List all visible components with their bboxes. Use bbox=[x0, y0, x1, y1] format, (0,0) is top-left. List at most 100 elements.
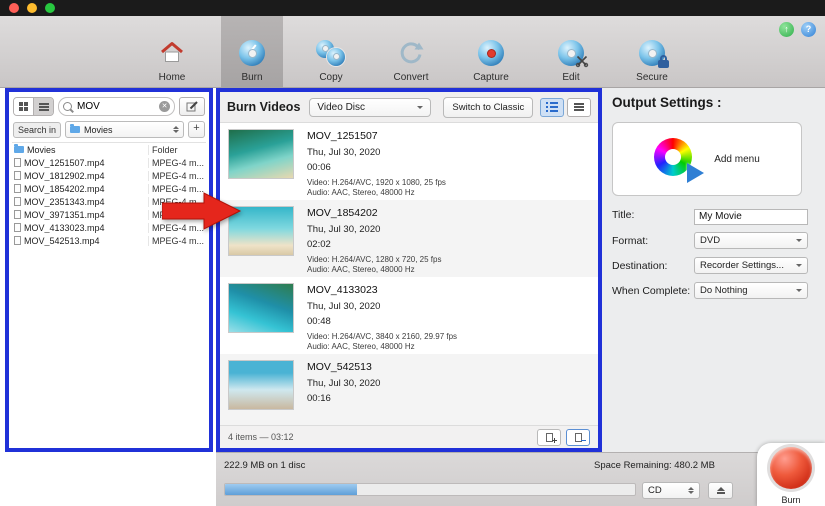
file-name: MOV_1812902.mp4 bbox=[24, 170, 105, 181]
search-location-select[interactable]: Movies bbox=[65, 121, 184, 138]
title-label: Title: bbox=[612, 209, 635, 222]
chevron-down-icon bbox=[796, 264, 802, 267]
drag-direction-arrow bbox=[161, 191, 242, 236]
clear-search-icon[interactable]: ✕ bbox=[159, 101, 170, 112]
video-title: MOV_542513 bbox=[307, 361, 372, 373]
file-icon bbox=[14, 184, 21, 193]
toolbar-item-burn[interactable]: Burn bbox=[221, 16, 283, 88]
format-label: Format: bbox=[612, 234, 649, 247]
video-date: Thu, Jul 30, 2020 bbox=[307, 224, 381, 235]
eject-button[interactable] bbox=[708, 482, 733, 499]
remove-title-button[interactable] bbox=[566, 428, 590, 446]
video-metadata: MOV_1251507 Thu, Jul 30, 2020 00:06 Vide… bbox=[307, 129, 446, 197]
app-window: Home Burn Copy Convert Capture Edit Secu… bbox=[0, 0, 825, 506]
add-title-button[interactable] bbox=[537, 428, 561, 446]
file-icon bbox=[14, 236, 21, 245]
toolbar-label: Burn bbox=[241, 72, 263, 83]
file-name: MOV_542513.mp4 bbox=[24, 235, 100, 246]
video-thumbnail bbox=[228, 283, 294, 333]
file-icon bbox=[14, 171, 21, 180]
search-input[interactable] bbox=[75, 100, 156, 113]
list-view-toggles bbox=[540, 97, 591, 117]
burn-button[interactable] bbox=[770, 447, 812, 489]
format-select[interactable]: DVD bbox=[694, 232, 808, 249]
folder-icon bbox=[70, 124, 81, 133]
video-duration: 00:16 bbox=[307, 393, 331, 404]
disc-type-select[interactable]: Video Disc bbox=[309, 97, 432, 117]
play-icon bbox=[687, 163, 705, 183]
zoom-button[interactable] bbox=[45, 3, 55, 13]
file-row[interactable]: MOV_1812902.mp4 MPEG-4 m... bbox=[12, 169, 206, 182]
toolbar-item-capture[interactable]: Capture bbox=[460, 16, 522, 88]
video-stream-info: Video: H.264/AVC, 1280 x 720, 25 fps bbox=[307, 255, 442, 264]
import-media-button[interactable] bbox=[179, 97, 205, 116]
media-browser-panel: ✕ Search in Movies + Movies Folder bbox=[5, 88, 213, 452]
file-icon bbox=[14, 197, 21, 206]
help-button[interactable]: ? bbox=[801, 22, 816, 37]
video-row[interactable]: MOV_1854202 Thu, Jul 30, 2020 02:02 Vide… bbox=[220, 200, 598, 277]
home-icon bbox=[159, 37, 185, 69]
detail-view-button[interactable] bbox=[540, 97, 564, 117]
toolbar-item-home[interactable]: Home bbox=[141, 16, 203, 88]
toolbar-item-edit[interactable]: Edit bbox=[540, 16, 602, 88]
view-mode-segment bbox=[13, 97, 54, 116]
file-icon bbox=[14, 223, 21, 232]
video-title: MOV_4133023 bbox=[307, 284, 378, 296]
file-row[interactable]: MOV_1251507.mp4 MPEG-4 m... bbox=[12, 156, 206, 169]
audio-stream-info: Audio: AAC, Stereo, 48000 Hz bbox=[307, 265, 415, 275]
when-complete-value: Do Nothing bbox=[700, 285, 748, 296]
video-row[interactable]: MOV_1251507 Thu, Jul 30, 2020 00:06 Vide… bbox=[220, 123, 598, 200]
upgrade-button[interactable]: ↑ bbox=[779, 22, 794, 37]
when-complete-select[interactable]: Do Nothing bbox=[694, 282, 808, 299]
video-stream-info: Video: H.264/AVC, 1920 x 1080, 25 fps bbox=[307, 178, 446, 187]
file-name: MOV_1251507.mp4 bbox=[24, 157, 105, 168]
grid-view-button[interactable] bbox=[14, 98, 33, 115]
convert-arrows-icon bbox=[398, 37, 424, 69]
burn-panel-header: Burn Videos Video Disc Switch to Classic bbox=[220, 92, 598, 123]
list-icon bbox=[574, 103, 584, 111]
switch-to-classic-button[interactable]: Switch to Classic bbox=[443, 96, 534, 118]
grid-icon bbox=[19, 102, 28, 111]
add-menu-label: Add menu bbox=[714, 153, 760, 165]
burn-videos-panel: Burn Videos Video Disc Switch to Classic… bbox=[216, 88, 602, 452]
add-location-button[interactable]: + bbox=[188, 121, 205, 138]
compact-view-button[interactable] bbox=[567, 97, 591, 117]
close-button[interactable] bbox=[9, 3, 19, 13]
folder-icon bbox=[14, 144, 24, 153]
disc-format-select[interactable]: CD bbox=[642, 482, 700, 499]
chevron-updown-icon bbox=[687, 487, 694, 494]
file-row[interactable]: Movies Folder bbox=[12, 143, 206, 156]
file-icon bbox=[14, 158, 21, 167]
video-row[interactable]: MOV_542513 Thu, Jul 30, 2020 00:16 bbox=[220, 354, 598, 425]
status-bar: 222.9 MB on 1 disc Space Remaining: 480.… bbox=[216, 452, 825, 506]
minimize-button[interactable] bbox=[27, 3, 37, 13]
burn-button-label: Burn bbox=[781, 495, 801, 505]
video-list: MOV_1251507 Thu, Jul 30, 2020 00:06 Vide… bbox=[220, 123, 598, 425]
search-field[interactable]: ✕ bbox=[58, 97, 175, 116]
add-menu-button[interactable]: Add menu bbox=[612, 122, 802, 196]
chevron-updown-icon bbox=[173, 126, 179, 133]
search-in-label: Search in bbox=[13, 121, 62, 138]
video-row[interactable]: MOV_4133023 Thu, Jul 30, 2020 00:48 Vide… bbox=[220, 277, 598, 354]
file-name: MOV_1854202.mp4 bbox=[24, 183, 105, 194]
file-type: MPEG-4 m... bbox=[148, 157, 204, 168]
movie-title-input[interactable] bbox=[694, 208, 808, 225]
video-stream-info: Video: H.264/AVC, 3840 x 2160, 29.97 fps bbox=[307, 332, 458, 341]
file-icon bbox=[14, 210, 21, 219]
disc-usage-progressbar bbox=[224, 483, 636, 496]
toolbar-label: Home bbox=[158, 72, 186, 83]
chevron-down-icon bbox=[796, 289, 802, 292]
video-date: Thu, Jul 30, 2020 bbox=[307, 301, 381, 312]
audio-stream-info: Audio: AAC, Stereo, 48000 Hz bbox=[307, 342, 415, 352]
output-settings-panel: Output Settings : Add menu Title: Format… bbox=[602, 88, 825, 455]
list-view-button[interactable] bbox=[33, 98, 53, 115]
video-title: MOV_1251507 bbox=[307, 130, 378, 142]
toolbar-item-secure[interactable]: Secure bbox=[621, 16, 683, 88]
edit-scissors-icon bbox=[558, 37, 589, 69]
file-name: Movies bbox=[27, 144, 56, 155]
toolbar-label: Convert bbox=[393, 72, 429, 83]
toolbar-item-convert[interactable]: Convert bbox=[380, 16, 442, 88]
when-complete-label: When Complete: bbox=[612, 284, 691, 297]
toolbar-item-copy[interactable]: Copy bbox=[300, 16, 362, 88]
destination-select[interactable]: Recorder Settings... bbox=[694, 257, 808, 274]
